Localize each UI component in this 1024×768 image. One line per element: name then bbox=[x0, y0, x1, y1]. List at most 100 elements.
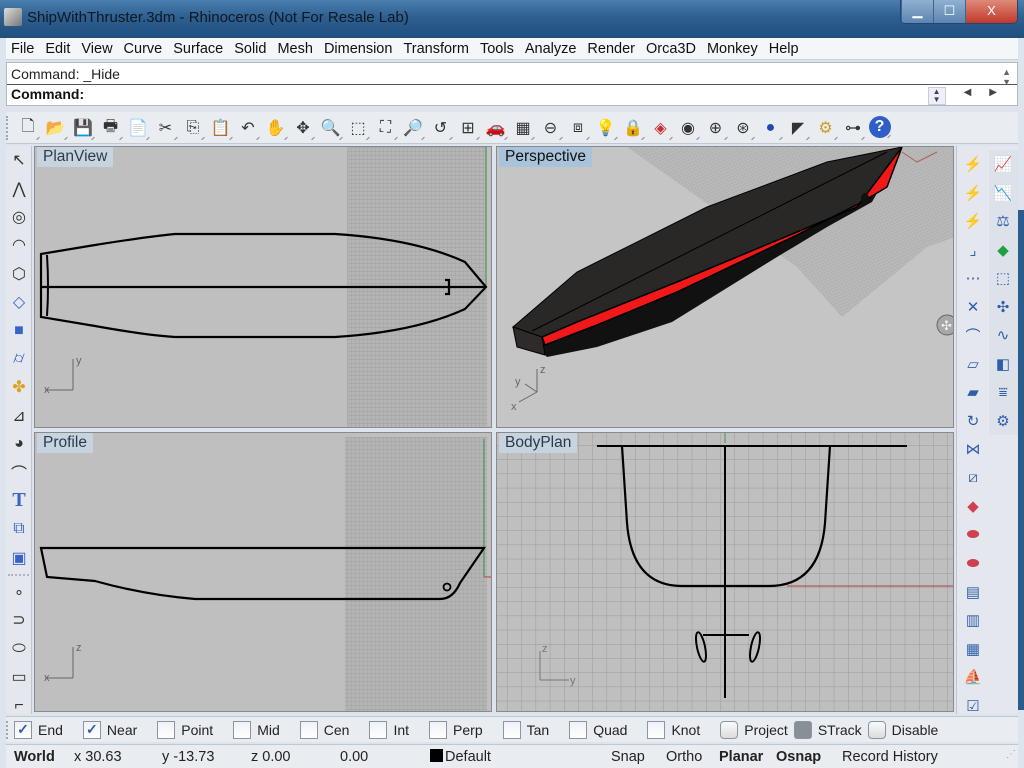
command-spin-button[interactable]: ▲ ▼ bbox=[927, 87, 946, 105]
toolbar-grip[interactable] bbox=[6, 116, 10, 140]
mesh-icon[interactable]: ◕ bbox=[6, 430, 32, 458]
boolean-puzzle-icon[interactable]: ✤ bbox=[6, 373, 32, 401]
planar-toggle[interactable]: Planar bbox=[719, 749, 763, 765]
orca-planes-light-icon[interactable]: ▰ bbox=[959, 378, 987, 407]
set-cplane-icon[interactable]: ⊖ bbox=[539, 116, 563, 140]
orca-resistance-graph-icon[interactable]: 📈 bbox=[989, 150, 1017, 179]
orca-bounding-box-icon[interactable]: ⬚ bbox=[989, 264, 1017, 293]
osnap-tan[interactable]: Tan bbox=[502, 720, 549, 739]
paste-icon[interactable]: 📋 bbox=[209, 116, 233, 140]
osnap-near[interactable]: ✓ Near bbox=[82, 720, 137, 739]
orca-waterplane-icon[interactable]: ⬬ bbox=[959, 521, 987, 550]
osnap-grip[interactable] bbox=[6, 720, 10, 739]
osnap-disable[interactable]: Disable bbox=[867, 720, 938, 739]
orca-curve-plot-icon[interactable]: ∿ bbox=[989, 321, 1017, 350]
orca-sections-icon[interactable]: ⋈ bbox=[959, 435, 987, 464]
orca-remove-station-icon[interactable]: ✕ bbox=[959, 293, 987, 322]
curve-cp-icon[interactable]: ⊃ bbox=[6, 606, 32, 634]
select-objects-icon[interactable]: ⧈ bbox=[566, 116, 590, 140]
resize-grip[interactable]: ⋰ bbox=[1006, 749, 1016, 760]
orca-planes-icon[interactable]: ▱ bbox=[959, 350, 987, 379]
rotate-view-icon[interactable]: ✥ bbox=[291, 116, 315, 140]
arc-icon[interactable]: ◠ bbox=[6, 231, 32, 259]
text-icon[interactable]: T bbox=[6, 487, 32, 515]
menu-edit[interactable]: Edit bbox=[40, 41, 75, 57]
osnap-strack-checkbox[interactable] bbox=[793, 720, 812, 739]
print-icon[interactable]: 🖶 bbox=[99, 116, 123, 140]
construction-plane-icon[interactable]: ▦ bbox=[511, 116, 535, 140]
osnap-project[interactable]: Project bbox=[720, 720, 788, 739]
menu-mesh[interactable]: Mesh bbox=[272, 41, 317, 57]
menu-file[interactable]: File bbox=[6, 41, 39, 57]
copy-icon[interactable]: ⎘ bbox=[181, 116, 205, 140]
menu-render[interactable]: Render bbox=[582, 41, 640, 57]
viewport-title-plan[interactable]: PlanView bbox=[37, 147, 114, 167]
orca-power-graph-icon[interactable]: 📉 bbox=[989, 179, 1017, 208]
osnap-strack[interactable]: STrack bbox=[793, 720, 862, 739]
color-wheel-icon[interactable]: ◉ bbox=[676, 116, 700, 140]
viewport-perspective[interactable]: Perspective z y x ✣ bbox=[496, 146, 954, 428]
osnap-quad-checkbox[interactable] bbox=[569, 720, 588, 739]
viewport-bodyplan[interactable]: BodyPlan z y bbox=[496, 432, 954, 712]
orca-table-save-icon[interactable]: ▥ bbox=[959, 606, 987, 635]
osnap-cen[interactable]: Cen bbox=[299, 720, 349, 739]
osnap-near-checkbox[interactable]: ✓ bbox=[82, 720, 101, 739]
osnap-mid-checkbox[interactable] bbox=[233, 720, 252, 739]
close-button[interactable]: X bbox=[965, 0, 1017, 23]
ortho-toggle[interactable]: Ortho bbox=[666, 749, 702, 765]
osnap-perp-checkbox[interactable] bbox=[429, 720, 448, 739]
orca-cost-scale-icon[interactable]: ⚖ bbox=[989, 207, 1017, 236]
orca-table-globe-icon[interactable]: ▤ bbox=[959, 578, 987, 607]
cut-icon[interactable]: ✂ bbox=[154, 116, 178, 140]
car-named-views-icon[interactable]: 🚗 bbox=[484, 116, 508, 140]
osnap-knot[interactable]: Knot bbox=[647, 720, 700, 739]
pan-hand-icon[interactable]: ✋ bbox=[264, 116, 288, 140]
ellipse-icon[interactable]: ⬭ bbox=[6, 635, 32, 663]
orca-waterplane-2-icon[interactable]: ⬬ bbox=[959, 549, 987, 578]
viewport-profile[interactable]: Profile z x bbox=[34, 432, 492, 712]
maximize-button[interactable]: ☐ bbox=[933, 0, 965, 23]
curve-tools-icon[interactable]: ⌒ bbox=[6, 458, 32, 486]
orca-join-icon[interactable]: ⌟ bbox=[959, 236, 987, 265]
layer-indicator[interactable]: Default bbox=[430, 749, 491, 765]
snap-toggle[interactable]: Snap bbox=[611, 749, 645, 765]
orca-boat-icon[interactable]: ⛵ bbox=[959, 663, 987, 692]
osnap-knot-checkbox[interactable] bbox=[647, 720, 666, 739]
zoom-dynamic-icon[interactable]: 🔍 bbox=[319, 116, 343, 140]
lightbulb-show-icon[interactable]: 💡 bbox=[594, 116, 618, 140]
polyline-icon[interactable]: ⋀ bbox=[6, 174, 32, 202]
osnap-tan-checkbox[interactable] bbox=[502, 720, 521, 739]
menu-curve[interactable]: Curve bbox=[119, 41, 168, 57]
menu-solid[interactable]: Solid bbox=[229, 41, 271, 57]
orca-settings-icon[interactable]: ⚙ bbox=[989, 407, 1017, 436]
orca-speaker-icon[interactable]: ◧ bbox=[989, 350, 1017, 379]
open-folder-icon[interactable]: 📂 bbox=[44, 116, 68, 140]
osnap-quad[interactable]: Quad bbox=[569, 720, 627, 739]
save-icon[interactable]: 💾 bbox=[71, 116, 95, 140]
wireframe-sphere-icon[interactable]: ⊕ bbox=[704, 116, 728, 140]
menu-tools[interactable]: Tools bbox=[475, 41, 519, 57]
undo-icon[interactable]: ↶ bbox=[236, 116, 260, 140]
osnap-mid[interactable]: Mid bbox=[233, 720, 280, 739]
osnap-cen-checkbox[interactable] bbox=[299, 720, 318, 739]
command-input[interactable] bbox=[89, 85, 909, 103]
analyze-dir-icon[interactable]: ⊿ bbox=[6, 402, 32, 430]
gear-options-icon[interactable]: ⚙ bbox=[814, 116, 838, 140]
menu-transform[interactable]: Transform bbox=[398, 41, 474, 57]
menu-dimension[interactable]: Dimension bbox=[319, 41, 398, 57]
layer-icon[interactable]: ◈ bbox=[649, 116, 673, 140]
osnap-int[interactable]: Int bbox=[369, 720, 409, 739]
orca-report-icon[interactable]: ▦ bbox=[959, 635, 987, 664]
osnap-point[interactable]: Point bbox=[157, 720, 213, 739]
orca-add-station-icon[interactable]: ⋯ bbox=[959, 264, 987, 293]
orca-weight-groups-icon[interactable]: ◆ bbox=[989, 236, 1017, 265]
viewport-plan[interactable]: PlanView y x bbox=[34, 146, 492, 428]
undo-view-icon[interactable]: ↺ bbox=[429, 116, 453, 140]
help-icon[interactable]: ? bbox=[868, 116, 891, 138]
select-arrow-icon[interactable]: ↖ bbox=[6, 146, 32, 174]
rhino-app-icon[interactable] bbox=[4, 8, 22, 26]
viewport-title-bodyplan[interactable]: BodyPlan bbox=[499, 433, 578, 453]
orca-curve-remove-icon[interactable]: ⌒ bbox=[959, 321, 987, 350]
command-scroll-right[interactable]: ▶ bbox=[989, 87, 997, 105]
command-scroll-left[interactable]: ◀ bbox=[964, 87, 972, 105]
